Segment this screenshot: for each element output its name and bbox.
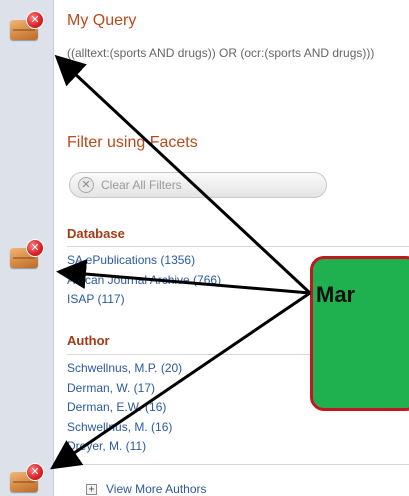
remove-icon: ✕ — [27, 464, 43, 480]
view-more-authors-link[interactable]: + View More Authors — [86, 482, 207, 496]
database-facet-list: SA ePublications (1356) African Journal … — [67, 251, 221, 310]
my-query-title: My Query — [67, 12, 137, 29]
callout-box: Mar — [310, 256, 409, 411]
remove-author-filter-button[interactable]: ✕ — [10, 464, 44, 494]
clear-all-filters-button[interactable]: ✕ Clear All Filters — [69, 172, 327, 198]
left-rail: ✕ ✕ ✕ — [0, 0, 54, 496]
author-heading: Author — [67, 333, 110, 348]
remove-query-button[interactable]: ✕ — [10, 12, 44, 42]
query-string: ((alltext:(sports AND drugs)) OR (ocr:(s… — [67, 46, 375, 60]
remove-icon: ✕ — [27, 240, 43, 256]
facet-item-sa-epublications[interactable]: SA ePublications (1356) — [67, 251, 221, 271]
author-facet-list: Schwellnus, M.P. (20) Derman, W. (17) De… — [67, 359, 182, 457]
clear-x-icon: ✕ — [78, 177, 94, 193]
facet-item-author[interactable]: Derman, W. (17) — [67, 379, 182, 399]
facet-item-author[interactable]: Schwellnus, M. (16) — [67, 418, 182, 438]
filter-facets-title: Filter using Facets — [67, 134, 198, 151]
facet-item-african-journal-archive[interactable]: African Journal Archive (766) — [67, 271, 221, 291]
database-divider — [67, 246, 409, 247]
remove-database-filter-button[interactable]: ✕ — [10, 240, 44, 270]
facet-item-author[interactable]: Dreyer, M. (11) — [67, 437, 182, 457]
expand-plus-icon: + — [86, 483, 97, 495]
callout-text: Mar — [316, 282, 356, 307]
facet-panel: My Query ((alltext:(sports AND drugs)) O… — [67, 0, 409, 496]
facet-item-isap[interactable]: ISAP (117) — [67, 290, 221, 310]
remove-icon: ✕ — [27, 12, 43, 28]
author-bottom-divider — [67, 464, 409, 465]
clear-all-filters-label: Clear All Filters — [101, 178, 182, 192]
facet-item-author[interactable]: Derman, E.W. (16) — [67, 398, 182, 418]
facet-item-author[interactable]: Schwellnus, M.P. (20) — [67, 359, 182, 379]
view-more-authors-label: View More Authors — [106, 482, 207, 496]
database-heading: Database — [67, 226, 125, 241]
